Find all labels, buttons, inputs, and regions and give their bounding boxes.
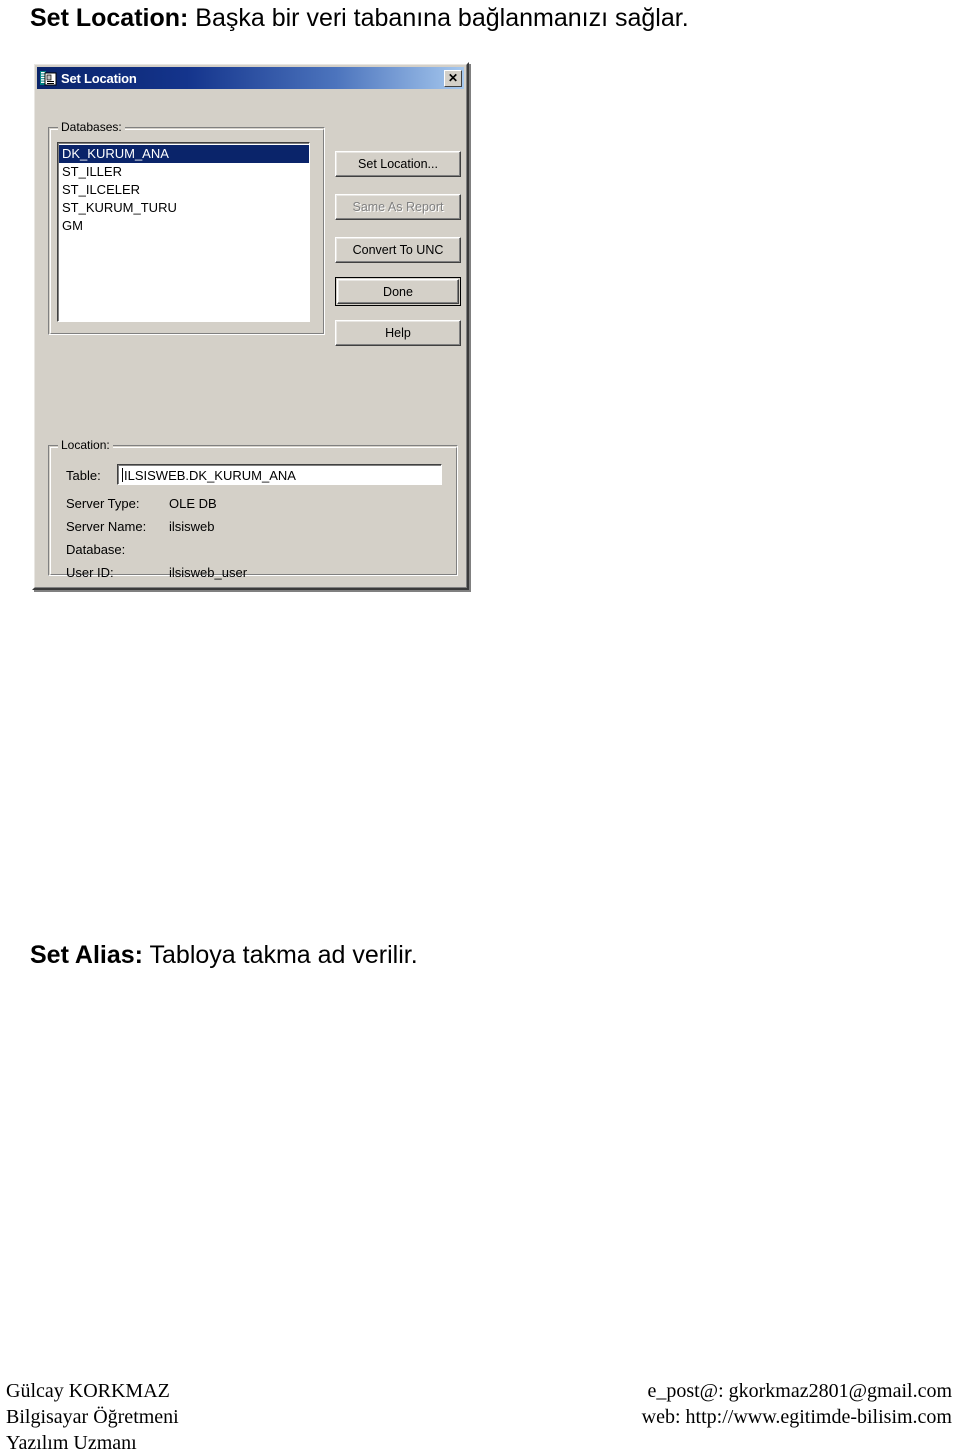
location-groupbox-label: Location: [58,438,113,452]
server-name-value: ilsisweb [169,519,215,534]
page-heading-set-alias: Set Alias: Tabloya takma ad verilir. [30,940,418,970]
footer-email: e_post@: gkorkmaz2801@gmail.com [647,1380,952,1402]
footer-website: web: http://www.egitimde-bilisim.com [641,1406,952,1428]
list-item[interactable]: ST_ILLER [59,163,309,181]
same-as-report-button: Same As Report [335,194,461,220]
table-input[interactable]: ILSISWEB.DK_KURUM_ANA [117,464,442,485]
databases-groupbox-label: Databases: [58,120,125,134]
dialog-titlebar[interactable]: Set Location ✕ [37,67,464,89]
databases-listbox[interactable]: DK_KURUM_ANA ST_ILLER ST_ILCELER ST_KURU… [57,142,310,322]
user-id-value: ilsisweb_user [169,565,248,580]
list-item[interactable]: GM [59,217,309,235]
dialog-client-area: Databases: DK_KURUM_ANA ST_ILLER ST_ILCE… [37,89,464,585]
text-caret [122,468,123,482]
help-button[interactable]: Help [335,320,461,346]
table-field-label: Table: [66,468,101,483]
heading-lead-set-alias: Set Alias: [30,941,144,969]
heading-rest-set-alias: Tabloya takma ad verilir. [143,941,418,969]
server-type-value: OLE DB [169,496,217,511]
footer-author-name: Gülcay KORKMAZ [6,1380,170,1402]
database-table-icon [40,70,57,86]
location-groupbox: Location: Table: ILSISWEB.DK_KURUM_ANA S… [48,438,458,580]
dialog-title: Set Location [61,70,137,86]
list-item[interactable]: ST_KURUM_TURU [59,199,309,217]
database-label: Database: [66,542,126,557]
done-button[interactable]: Done [335,277,461,306]
table-input-inner: ILSISWEB.DK_KURUM_ANA [118,465,441,484]
footer-author-title: Yazılım Uzmanı [6,1432,137,1454]
footer-author-role: Bilgisayar Öğretmeni [6,1406,179,1428]
server-name-label: Server Name: [66,519,147,534]
databases-groupbox: Databases: DK_KURUM_ANA ST_ILLER ST_ILCE… [48,120,325,335]
set-location-button[interactable]: Set Location... [335,151,461,177]
close-icon[interactable]: ✕ [444,69,462,87]
user-id-label: User ID: [66,565,114,580]
server-type-label: Server Type: [66,496,140,511]
heading-lead-set-location: Set Location: [30,4,189,32]
footer-contact-block: e_post@: gkorkmaz2801@gmail.com web: htt… [642,1378,952,1430]
page-heading-set-location: Set Location: Başka bir veri tabanına ba… [30,3,689,33]
list-item[interactable]: ST_ILCELER [59,181,309,199]
table-input-value: ILSISWEB.DK_KURUM_ANA [124,467,296,483]
heading-rest-set-location: Başka bir veri tabanına bağlanmanızı sağ… [188,4,689,32]
dialog-inner-frame: Set Location ✕ Databases: DK_KURUM_ANA S… [34,64,467,588]
list-item[interactable]: DK_KURUM_ANA [59,145,309,163]
set-location-dialog: Set Location ✕ Databases: DK_KURUM_ANA S… [32,62,469,590]
convert-to-unc-button[interactable]: Convert To UNC [335,237,461,263]
databases-listbox-inner: DK_KURUM_ANA ST_ILLER ST_ILCELER ST_KURU… [58,143,309,321]
footer-author-block: Gülcay KORKMAZ Bilgisayar Öğretmeni Yazı… [6,1378,179,1456]
